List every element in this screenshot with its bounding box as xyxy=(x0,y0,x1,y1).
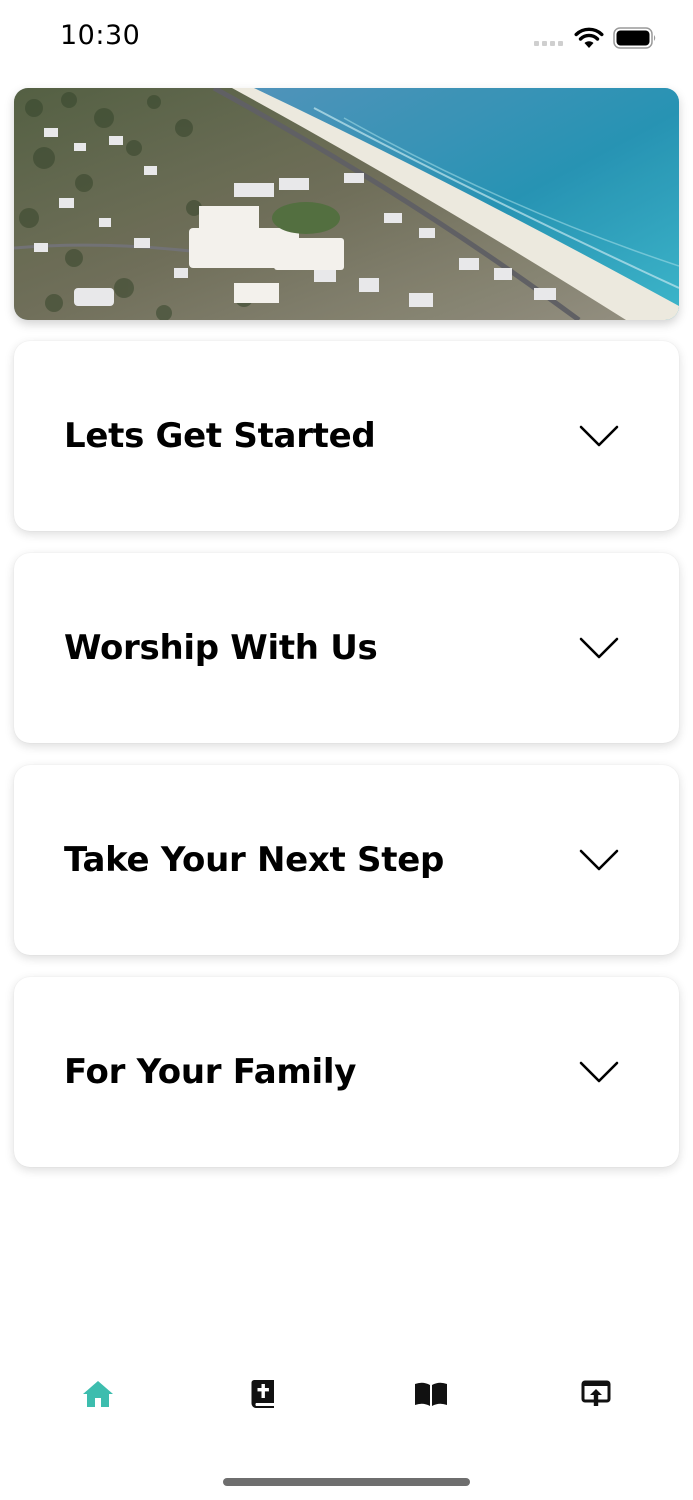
bible-icon xyxy=(251,1380,274,1408)
section-title: Take Your Next Step xyxy=(64,840,444,880)
section-lets-get-started[interactable]: Lets Get Started xyxy=(14,341,679,531)
section-for-your-family[interactable]: For Your Family xyxy=(14,977,679,1167)
section-title: Lets Get Started xyxy=(64,416,376,456)
section-take-your-next-step[interactable]: Take Your Next Step xyxy=(14,765,679,955)
wifi-icon xyxy=(574,27,604,48)
cellular-signal-icon xyxy=(534,41,563,46)
battery-icon xyxy=(613,27,656,49)
chevron-down-icon xyxy=(579,425,619,447)
open-book-icon xyxy=(415,1382,447,1406)
tab-bible[interactable] xyxy=(243,1374,283,1414)
status-time: 10:30 xyxy=(60,20,141,51)
coastal-town-aerial-image xyxy=(14,88,679,320)
share-screen-icon xyxy=(581,1380,611,1406)
chevron-down-icon xyxy=(579,637,619,659)
tab-reading[interactable] xyxy=(411,1374,451,1414)
section-title: For Your Family xyxy=(64,1052,357,1092)
home-indicator xyxy=(223,1478,470,1486)
section-worship-with-us[interactable]: Worship With Us xyxy=(14,553,679,743)
tab-bar xyxy=(0,1360,693,1430)
chevron-down-icon xyxy=(579,849,619,871)
section-title: Worship With Us xyxy=(64,628,378,668)
hero-banner xyxy=(14,88,679,320)
status-bar: 10:30 xyxy=(0,0,693,80)
chevron-down-icon xyxy=(579,1061,619,1083)
tab-home[interactable] xyxy=(78,1374,118,1414)
home-icon xyxy=(83,1381,113,1407)
tab-share[interactable] xyxy=(576,1374,616,1414)
